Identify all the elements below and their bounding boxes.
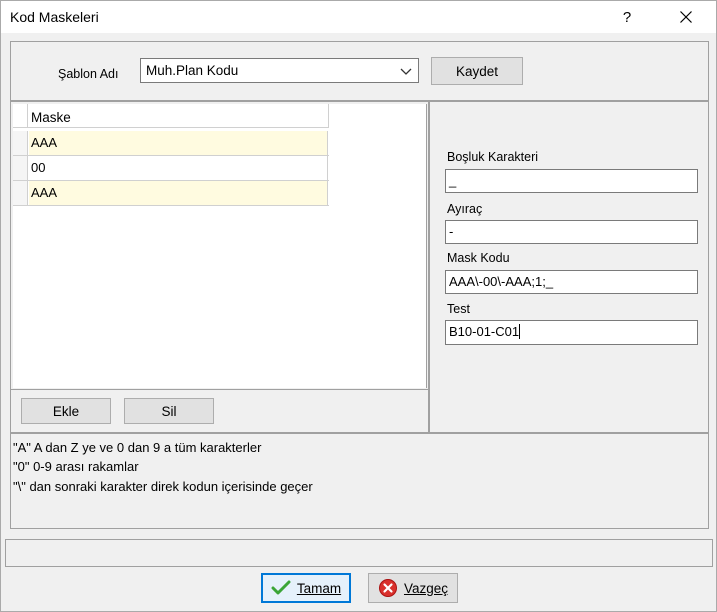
mask-grid: Maske AAA 00 AAA [13, 104, 427, 388]
test-field-value: B10-01-C01 [449, 324, 520, 339]
title-bar: Kod Maskeleri ? [1, 1, 716, 33]
help-button[interactable]: ? [604, 1, 650, 33]
text-cursor [519, 324, 521, 339]
status-bar [5, 539, 713, 567]
delete-button[interactable]: Sil [124, 398, 214, 424]
mask-cell[interactable]: AAA [29, 131, 328, 155]
add-button[interactable]: Ekle [21, 398, 111, 424]
mask-grid-panel: Maske AAA 00 AAA [10, 101, 429, 391]
template-panel: Şablon Adı Muh.Plan Kodu Kaydet [10, 41, 709, 101]
cancel-circle-icon [378, 579, 397, 597]
ok-button-label: Tamam [296, 580, 342, 596]
mask-code-label: Mask Kodu [447, 251, 510, 265]
table-row[interactable]: 00 [13, 156, 329, 181]
row-indicator [13, 131, 28, 155]
info-panel: "A" A dan Z ye ve 0 dan 9 a tüm karakter… [10, 433, 709, 529]
template-select[interactable]: Muh.Plan Kodu [140, 58, 419, 83]
cancel-button[interactable]: Vazgeç [368, 573, 458, 603]
grid-header: Maske [13, 104, 329, 128]
info-line: "A" A dan Z ye ve 0 dan 9 a tüm karakter… [13, 440, 262, 455]
grid-header-mask: Maske [31, 110, 71, 125]
test-label: Test [447, 302, 470, 316]
help-icon: ? [622, 8, 632, 26]
settings-panel: Boşluk Karakteri _ Ayıraç - Mask Kodu AA… [429, 101, 709, 433]
space-char-label: Boşluk Karakteri [447, 150, 539, 164]
close-icon [680, 11, 692, 23]
save-button[interactable]: Kaydet [431, 57, 523, 85]
separator-field[interactable]: - [445, 220, 698, 244]
table-row[interactable]: AAA [13, 181, 329, 206]
grid-header-indicator [13, 104, 28, 127]
dialog-window: Kod Maskeleri ? Şablon Adı Muh.Plan Kodu… [0, 0, 717, 612]
ok-button[interactable]: Tamam [261, 573, 351, 603]
grid-buttons-panel: Ekle Sil [10, 389, 429, 433]
table-row[interactable]: AAA [13, 131, 329, 156]
cancel-button-label: Vazgeç [403, 580, 449, 596]
template-select-value: Muh.Plan Kodu [146, 63, 239, 78]
close-button[interactable] [663, 1, 709, 33]
mask-cell[interactable]: AAA [29, 181, 328, 205]
window-title: Kod Maskeleri [10, 9, 99, 25]
check-icon [271, 580, 291, 595]
row-indicator [13, 156, 28, 180]
row-indicator [13, 181, 28, 205]
info-line: "\" dan sonraki karakter direk kodun içe… [13, 479, 313, 494]
mask-code-field[interactable]: AAA\-00\-AAA;1;_ [445, 270, 698, 294]
chevron-down-icon [400, 68, 412, 75]
space-char-field[interactable]: _ [445, 169, 698, 193]
test-field[interactable]: B10-01-C01 [445, 320, 698, 345]
mask-cell[interactable]: 00 [29, 156, 328, 180]
template-label: Şablon Adı [58, 67, 119, 81]
info-line: "0" 0-9 arası rakamlar [13, 459, 139, 474]
separator-label: Ayıraç [447, 202, 483, 216]
